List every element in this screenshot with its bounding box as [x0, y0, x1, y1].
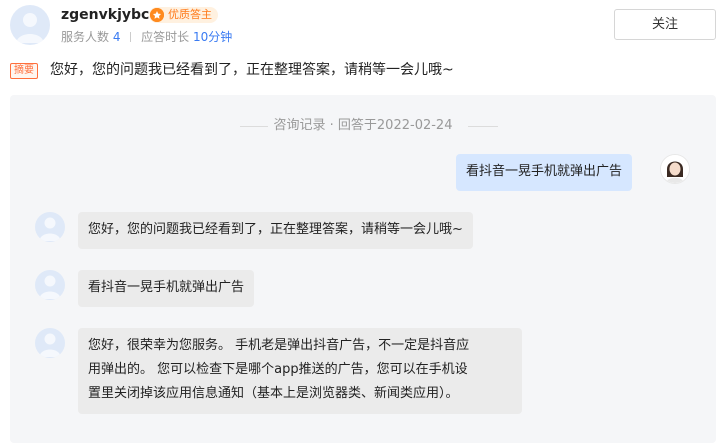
medal-icon: [150, 8, 164, 22]
answerer-header: zgenvkjybcd 优质答主 服务人数 4 应答时长 10分钟 关注: [0, 0, 728, 52]
user-avatar[interactable]: [660, 154, 690, 184]
message-text: 您好，您的问题我已经看到了，正在整理答案，请稍等一会儿哦~: [88, 222, 463, 237]
follow-button[interactable]: 关注: [614, 9, 716, 40]
message-line: 置里关闭掉该应用信息通知（基本上是浏览器类、新闻类应用）。: [88, 386, 459, 401]
record-title: 咨询记录 · 回答于2022-02-24: [10, 118, 716, 134]
answerer-meta: 服务人数 4 应答时长 10分钟: [61, 28, 232, 45]
user-portrait-icon: [661, 155, 689, 183]
default-avatar-icon: [39, 333, 61, 357]
meta-divider: [130, 32, 132, 42]
answerer-username[interactable]: zgenvkjybcd: [61, 7, 159, 23]
response-time-value: 10分钟: [192, 30, 233, 44]
service-count-value: 4: [112, 30, 121, 44]
message-line: 您好，很荣幸为您服务。 手机老是弹出抖音广告，不一定是抖音应: [88, 338, 470, 353]
expert-message-bubble: 您好，您的问题我已经看到了，正在整理答案，请稍等一会儿哦~: [78, 212, 473, 249]
expert-message-bubble: 您好，很荣幸为您服务。 手机老是弹出抖音广告，不一定是抖音应 用弹出的。 您可以…: [78, 328, 522, 414]
default-avatar-icon: [39, 217, 61, 241]
response-time-label: 应答时长: [141, 30, 190, 44]
default-avatar-icon: [16, 13, 44, 43]
message-text: 看抖音一晃手机就弹出广告: [466, 164, 623, 179]
consultation-record-panel: 咨询记录 · 回答于2022-02-24 看抖音一晃手机就弹出广告 您好，您的问…: [10, 95, 716, 443]
badge-label: 优质答主: [168, 8, 212, 21]
default-avatar-icon: [39, 275, 61, 299]
expert-avatar[interactable]: [35, 212, 65, 242]
summary-text: 您好，您的问题我已经看到了，正在整理答案，请稍等一会儿哦~: [50, 62, 454, 78]
message-text: 看抖音一晃手机就弹出广告: [88, 280, 245, 295]
user-message-bubble: 看抖音一晃手机就弹出广告: [456, 154, 633, 191]
message-line: 用弹出的。 您可以检查下是哪个app推送的广告，您可以在手机设: [88, 362, 468, 377]
service-count-label: 服务人数: [61, 30, 110, 44]
expert-message-bubble: 看抖音一晃手机就弹出广告: [78, 270, 255, 307]
expert-avatar[interactable]: [35, 328, 65, 358]
record-title-text: 咨询记录 · 回答于2022-02-24: [267, 118, 459, 133]
expert-avatar[interactable]: [35, 270, 65, 300]
summary-tag: 摘要: [10, 63, 38, 79]
quality-answerer-badge: 优质答主: [149, 7, 218, 23]
answerer-avatar[interactable]: [10, 5, 50, 45]
